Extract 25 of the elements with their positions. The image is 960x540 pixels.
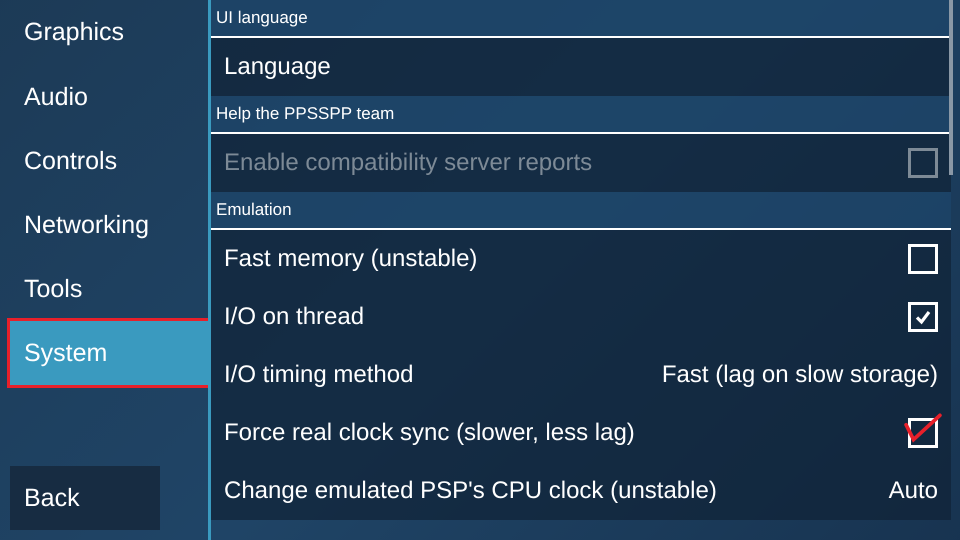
setting-label: I/O timing method: [224, 361, 414, 389]
sidebar-tab[interactable]: Graphics: [10, 0, 208, 65]
setting-value: Fast (lag on slow storage): [662, 361, 938, 389]
sidebar-tab[interactable]: Networking: [10, 193, 208, 257]
setting-row[interactable]: Fast memory (unstable): [211, 230, 951, 288]
section-header: UI language: [211, 0, 951, 38]
setting-row[interactable]: I/O timing method Fast (lag on slow storage): [211, 346, 951, 404]
setting-value: Auto: [888, 477, 938, 505]
back-button[interactable]: Back: [10, 466, 160, 530]
setting-label: Language: [224, 53, 331, 81]
setting-label: Enable compatibility server reports: [224, 149, 592, 177]
setting-label: Force real clock sync (slower, less lag): [224, 419, 635, 447]
scrollbar[interactable]: [949, 0, 953, 175]
setting-row[interactable]: I/O on thread: [211, 288, 951, 346]
setting-label: I/O on thread: [224, 303, 364, 331]
setting-label: Fast memory (unstable): [224, 245, 478, 273]
sidebar-tab[interactable]: Audio: [10, 65, 208, 129]
sidebar-tab[interactable]: Tools: [10, 257, 208, 321]
section-header: Help the PPSSPP team: [211, 96, 951, 134]
sidebar-tab[interactable]: Controls: [10, 129, 208, 193]
section-header: Emulation: [211, 192, 951, 230]
setting-row[interactable]: Language: [211, 38, 951, 96]
setting-row[interactable]: Change emulated PSP's CPU clock (unstable) Auto: [211, 462, 951, 520]
setting-label: Change emulated PSP's CPU clock (unstable): [224, 477, 717, 505]
setting-row[interactable]: Force real clock sync (slower, less lag): [211, 404, 951, 462]
